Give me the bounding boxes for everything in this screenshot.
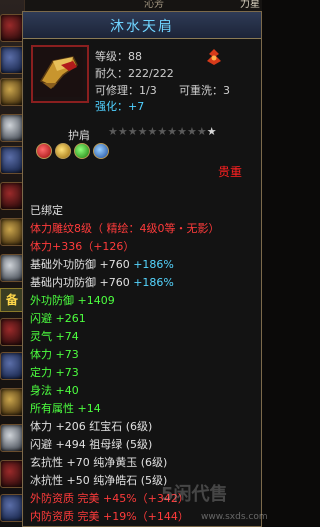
star-icon: ★ — [196, 125, 207, 138]
bonus-attribute: 体力 +73 — [30, 348, 79, 361]
star-icon: ★ — [117, 125, 128, 138]
item-name: 沐水天肩 — [110, 19, 174, 35]
base-attribute-text: 基础外功防御 +760 — [30, 258, 134, 271]
gem-attribute: 冰抗性 +50 纯净皓石 (5级) — [30, 474, 168, 487]
gold-gem-icon — [55, 143, 71, 159]
star-icon: ★ — [127, 125, 138, 138]
shoulder-armor-icon — [31, 45, 89, 103]
equipment-slot-type: 护肩 — [68, 129, 90, 142]
watermark-url: www.sxds.com — [201, 512, 268, 522]
top-strip-right-text: 力星 — [240, 0, 260, 10]
base-attribute-text: 基础内功防御 +760 — [30, 276, 134, 289]
star-icon: ★ — [157, 125, 168, 138]
inventory-slot[interactable] — [0, 218, 24, 246]
watermark: 5闲代售 — [161, 484, 228, 505]
bonus-attribute: 闪避 +261 — [30, 312, 86, 325]
faction-crest-icon — [205, 48, 223, 66]
item-enhance: 强化：+7 — [95, 98, 144, 114]
inventory-slot[interactable] — [0, 14, 24, 42]
inventory-slot[interactable] — [0, 254, 24, 282]
inventory-slot[interactable] — [0, 460, 24, 488]
aptitude-line: 内防资质 完美 +19%（+144） — [30, 510, 189, 523]
engraving-bonus: 体力+336（+126） — [30, 240, 135, 253]
inventory-slot[interactable] — [0, 114, 24, 142]
inventory-slot[interactable] — [0, 78, 24, 106]
green-gem-icon — [74, 143, 90, 159]
gem-attribute: 玄抗性 +70 纯净黄玉 (6级) — [30, 456, 168, 469]
red-gem-icon — [36, 143, 52, 159]
tooltip-title-bar: 沐水天肩 — [23, 12, 261, 39]
star-icon: ★ — [108, 125, 118, 138]
bonus-attribute: 身法 +40 — [30, 384, 79, 397]
equipment-tab[interactable]: 备 — [0, 288, 24, 312]
inventory-slot[interactable] — [0, 318, 24, 346]
star-icon: ★ — [137, 125, 148, 138]
gem-attribute: 体力 +206 红宝石 (6级) — [30, 420, 153, 433]
item-durability: 耐久：222/222 — [95, 67, 174, 80]
base-attribute: 基础外功防御 +760 +186% — [30, 256, 174, 274]
item-repairable: 可修理：1/3 — [95, 84, 157, 97]
inventory-slot[interactable] — [0, 424, 24, 452]
bonus-attribute: 所有属性 +14 — [30, 402, 101, 415]
bonus-attribute: 外功防御 +1409 — [30, 294, 115, 307]
bonus-attribute: 定力 +73 — [30, 366, 79, 379]
star-icon: ★ — [147, 125, 158, 138]
engraving-line: 体力雕纹8级（ 精绘：4级0等・无影） — [30, 222, 220, 235]
inventory-slot[interactable] — [0, 46, 24, 74]
star-rating: ★★★★★★★★★★★ — [108, 125, 217, 138]
star-icon: ★ — [206, 125, 217, 138]
star-icon: ★ — [177, 125, 187, 138]
inventory-slot[interactable] — [0, 146, 24, 174]
enhance-label: 强化： — [95, 100, 128, 113]
bonus-attribute: 灵气 +74 — [30, 330, 79, 343]
inventory-slot[interactable] — [0, 182, 24, 210]
base-attribute-bonus: +186% — [133, 276, 174, 289]
blue-gem-icon — [93, 143, 109, 159]
item-rewash: 可重洗：3 — [179, 84, 230, 97]
gem-attribute: 闪避 +494 祖母绿 (5级) — [30, 438, 153, 451]
inventory-slot[interactable] — [0, 352, 24, 380]
item-level: 等级：88 — [95, 50, 142, 63]
base-attribute: 基础内功防御 +760 +186% — [30, 274, 174, 292]
star-icon: ★ — [187, 125, 197, 138]
item-quality: 贵重 — [218, 165, 243, 179]
enhance-value: +7 — [128, 100, 145, 113]
inventory-slot[interactable] — [0, 388, 24, 416]
inventory-slot[interactable] — [0, 494, 24, 522]
top-strip-text: 沁芳 — [144, 0, 164, 10]
base-attribute-bonus: +186% — [133, 258, 174, 271]
item-tooltip: 沐水天肩 等级：88 耐久：222/222 可修理：1/3 可重洗：3 强化：+… — [22, 11, 268, 527]
bound-status: 已绑定 — [30, 204, 63, 217]
star-icon: ★ — [167, 125, 178, 138]
